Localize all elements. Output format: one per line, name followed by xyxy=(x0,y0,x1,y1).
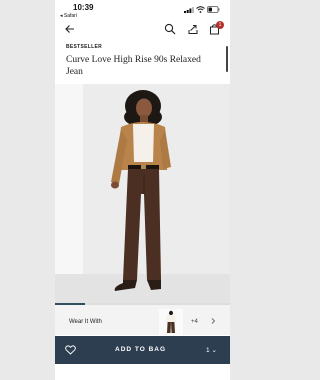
back-arrow-icon[interactable] xyxy=(64,23,76,35)
add-to-bag-bar: ADD TO BAG 1 ⌄ xyxy=(55,336,230,364)
quantity-select[interactable]: 1 ⌄ xyxy=(206,346,217,354)
bestseller-badge: BESTSELLER xyxy=(66,44,103,50)
add-to-bag-button[interactable]: ADD TO BAG xyxy=(115,346,166,353)
product-title: Curve Love High Rise 90s Relaxed Jean xyxy=(66,55,201,77)
cellular-signal-icon xyxy=(184,7,194,13)
back-to-safari-link[interactable]: ◂ Safari xyxy=(60,13,77,19)
search-icon[interactable] xyxy=(164,23,176,35)
product-nav-bar: 1 xyxy=(55,21,230,38)
model-photo xyxy=(55,84,230,304)
bag-count-badge: 1 xyxy=(216,21,224,29)
app-screen: 10:39 ◂ Safari 1 BESTSELLER Curve Love H… xyxy=(55,0,230,380)
chevron-down-icon: ⌄ xyxy=(211,347,217,354)
battery-icon xyxy=(207,6,220,13)
wear-it-with-label: Wear It With xyxy=(69,319,102,325)
outfit-thumbnail[interactable] xyxy=(159,309,183,335)
chevron-right-icon[interactable] xyxy=(209,317,217,325)
more-items-count: +4 xyxy=(191,319,198,325)
status-bar: 10:39 ◂ Safari xyxy=(55,0,230,22)
scroll-indicator xyxy=(226,46,228,72)
status-time: 10:39 xyxy=(73,3,94,12)
product-image[interactable] xyxy=(55,84,230,304)
heart-icon[interactable] xyxy=(65,345,76,355)
share-icon[interactable] xyxy=(187,23,199,35)
wifi-icon xyxy=(196,6,205,13)
quantity-value: 1 xyxy=(206,347,210,354)
wear-it-with-strip[interactable]: Wear It With +4 xyxy=(55,305,230,335)
